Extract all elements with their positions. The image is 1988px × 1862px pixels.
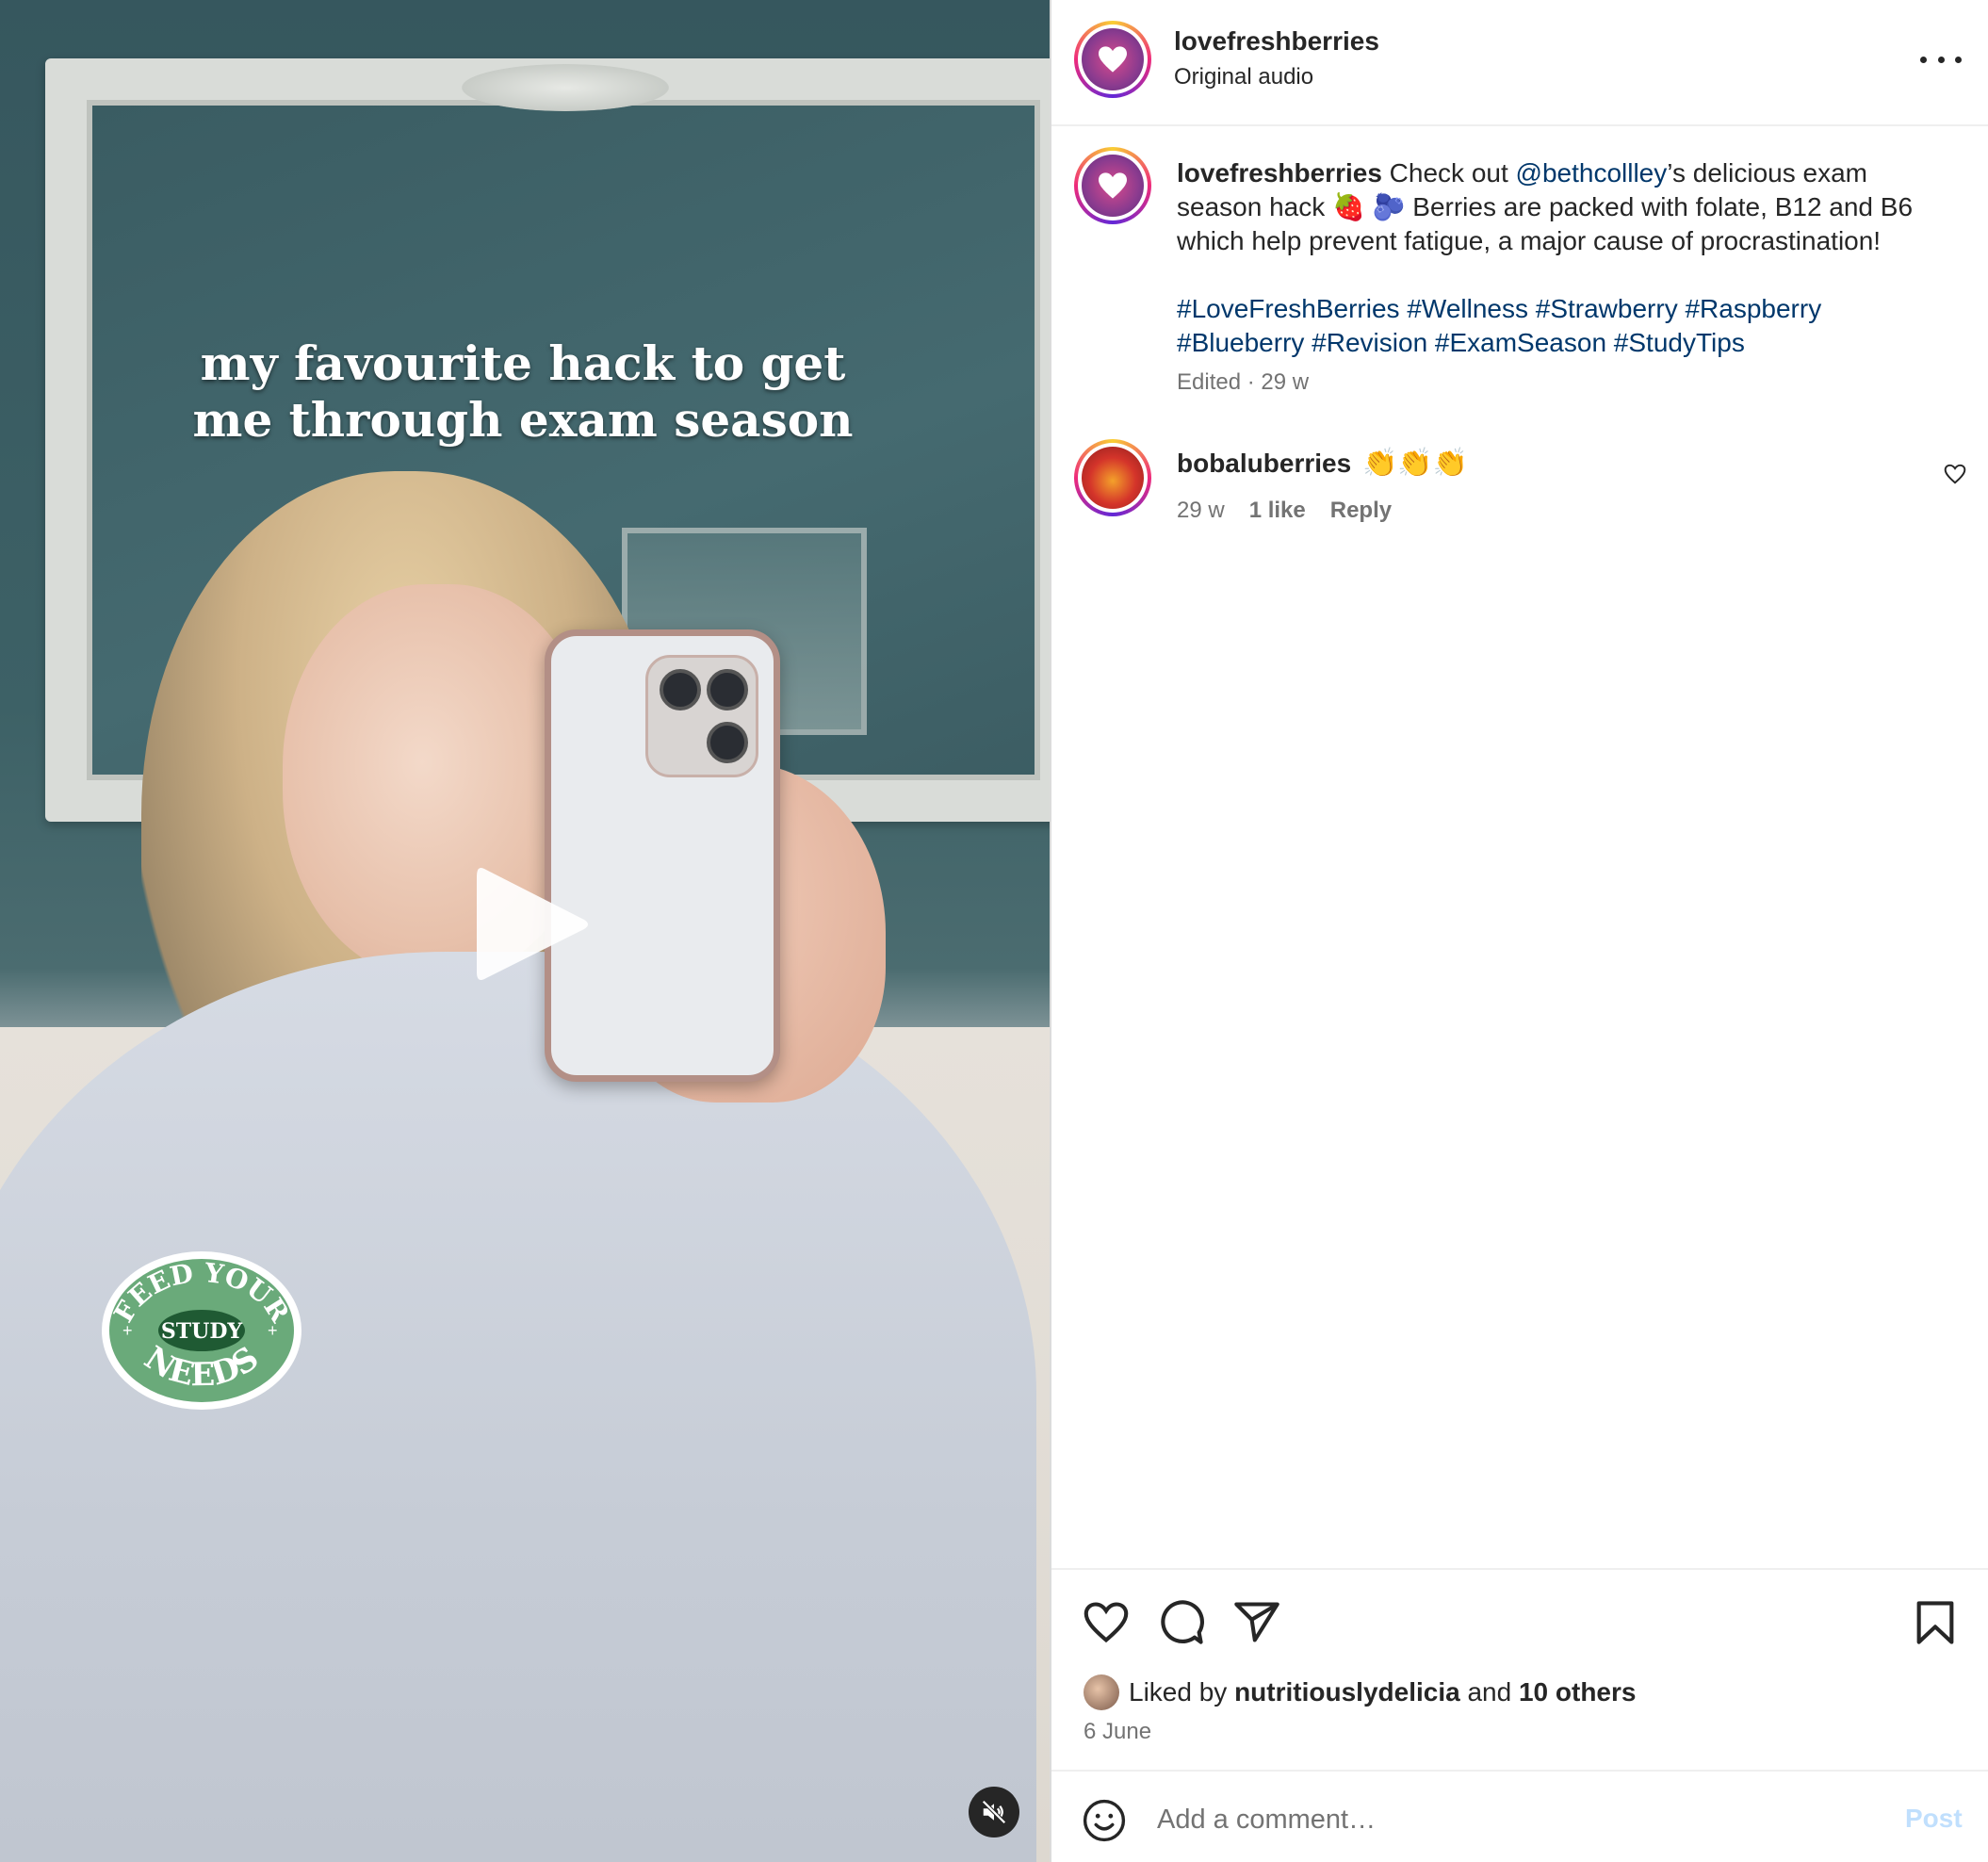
feed-your-study-needs-sticker: FEED YOUR NEEDS STUDY + + [102, 1251, 301, 1410]
liker-avatar[interactable] [1084, 1674, 1119, 1710]
liked-by-row: Liked by nutritiouslydelicia and 10 othe… [1084, 1674, 1636, 1711]
mirror-ornament [462, 64, 669, 111]
post-header: lovefreshberries Original audio [1051, 0, 1988, 126]
emoji-icon[interactable] [1082, 1798, 1127, 1843]
post-date[interactable]: 6 June [1084, 1719, 1151, 1745]
camera-lens [660, 669, 701, 710]
share-icon[interactable] [1232, 1598, 1281, 1647]
overlay-line-2: me through exam season [192, 392, 854, 448]
comment-reply-button[interactable]: Reply [1330, 498, 1392, 524]
author-avatar[interactable] [1074, 21, 1151, 98]
liked-by-and: and [1467, 1677, 1512, 1707]
comment-like-heart-icon[interactable] [1943, 462, 1967, 486]
comment-likes[interactable]: 1 like [1249, 498, 1306, 524]
bookmark-icon[interactable] [1911, 1598, 1960, 1647]
overlay-line-1: my favourite hack to get [200, 335, 846, 391]
camera-lens [707, 669, 748, 710]
liked-by-prefix: Liked by [1129, 1677, 1228, 1707]
comment-input[interactable] [1157, 1798, 1854, 1841]
header-username[interactable]: lovefreshberries [1174, 26, 1379, 57]
play-icon[interactable] [471, 859, 594, 989]
caption-text: lovefreshberries Check out @bethcollley’… [1177, 156, 1949, 258]
caption-text-start: Check out [1389, 158, 1508, 188]
caption-hashtags[interactable]: #LoveFreshBerries #Wellness #Strawberry … [1177, 292, 1949, 360]
sticker-middle-text: STUDY [161, 1319, 243, 1344]
more-options-icon[interactable] [1920, 45, 1962, 74]
svg-text:+: + [122, 1321, 133, 1340]
heart-logo-icon [1099, 46, 1127, 73]
caption-username[interactable]: lovefreshberries [1177, 158, 1382, 188]
liked-by-user[interactable]: nutritiouslydelicia [1234, 1677, 1460, 1707]
post-comment-button[interactable]: Post [1905, 1804, 1963, 1834]
reel-video[interactable]: my favourite hack to get me through exam… [0, 0, 1050, 1862]
comment-username[interactable]: bobaluberries [1177, 449, 1351, 479]
smartphone [545, 629, 780, 1082]
comment-meta: 29 w 1 like Reply [1177, 498, 1392, 524]
liked-by-others[interactable]: 10 others [1519, 1677, 1637, 1707]
post-sidebar: lovefreshberries Original audio lovefres… [1050, 0, 1988, 1862]
original-audio-link[interactable]: Original audio [1174, 64, 1313, 90]
post-actions: Liked by nutritiouslydelicia and 10 othe… [1051, 1568, 1988, 1862]
comment-age: 29 w [1177, 498, 1225, 523]
heart-icon[interactable] [1082, 1598, 1131, 1647]
heart-logo-icon [1099, 172, 1127, 199]
caption-meta: Edited · 29 w [1177, 369, 1310, 395]
camera-lens [707, 722, 748, 763]
comment-icon[interactable] [1157, 1598, 1206, 1647]
mute-button[interactable] [969, 1787, 1019, 1838]
camera-bump [645, 655, 758, 777]
comment-item: bobaluberries 👏👏👏 29 w 1 like Reply [1051, 439, 1988, 533]
svg-text:+: + [268, 1321, 278, 1340]
add-comment-bar: Post [1051, 1770, 1988, 1862]
muted-speaker-icon [982, 1800, 1006, 1824]
caption-mention[interactable]: @bethcollley [1516, 158, 1668, 188]
comment-text: 👏👏👏 [1362, 448, 1469, 479]
video-caption-overlay: my favourite hack to get me through exam… [132, 335, 914, 449]
caption-avatar[interactable] [1074, 147, 1151, 224]
commenter-avatar[interactable] [1074, 439, 1151, 516]
